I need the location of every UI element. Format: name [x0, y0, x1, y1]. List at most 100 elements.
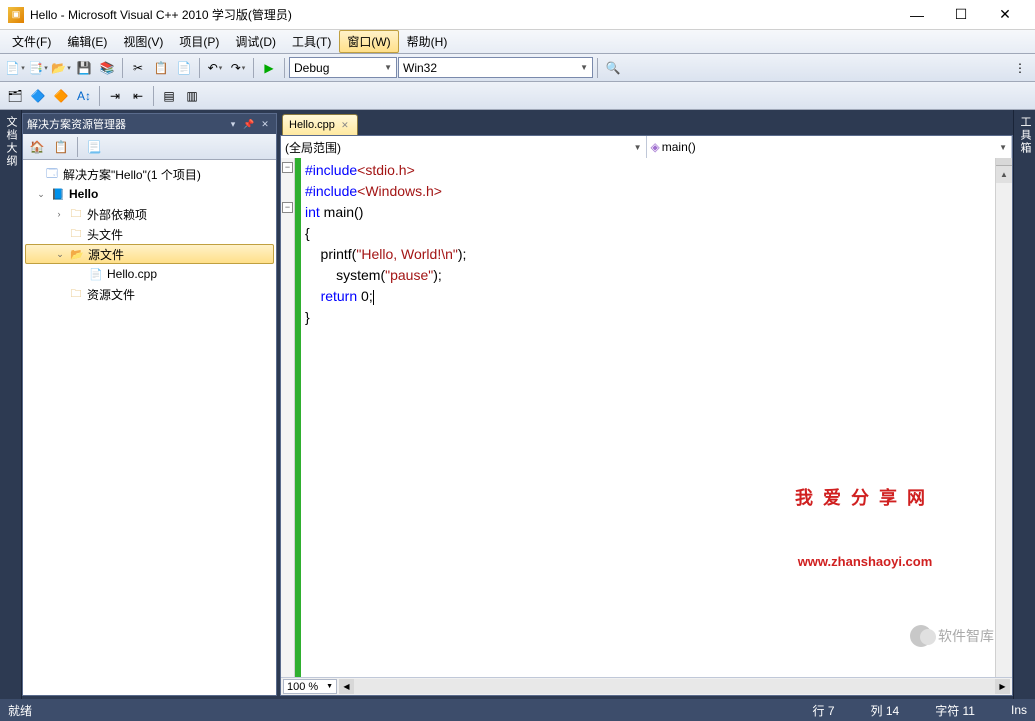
minimize-button[interactable]: —: [895, 1, 939, 29]
scope-left-combo[interactable]: (全局范围)▼: [281, 136, 647, 158]
menu-debug[interactable]: 调试(D): [227, 30, 284, 53]
open-button[interactable]: 📂: [50, 57, 72, 79]
separator: [122, 58, 123, 78]
tree-source-file[interactable]: 📄Hello.cpp: [25, 264, 274, 284]
member-button[interactable]: 🔶: [50, 85, 72, 107]
tree-sources[interactable]: ⌄📂源文件: [25, 244, 274, 264]
scroll-left-icon[interactable]: ◀: [339, 679, 354, 694]
title-bar: ▣ Hello - Microsoft Visual C++ 2010 学习版(…: [0, 0, 1035, 30]
status-bar: 就绪 行 7 列 14 字符 11 Ins: [0, 699, 1035, 721]
menu-help[interactable]: 帮助(H): [399, 30, 456, 53]
save-all-button[interactable]: 📚: [96, 57, 118, 79]
status-col: 列 14: [871, 702, 900, 719]
platform-combo[interactable]: Win32▼: [398, 57, 593, 78]
code-area[interactable]: − − #include<stdio.h> #include<Windows.h…: [281, 158, 1012, 677]
tree-label: 资源文件: [87, 286, 135, 303]
solution-icon: 🗔: [44, 166, 60, 182]
add-item-button[interactable]: 📑: [27, 57, 49, 79]
maximize-button[interactable]: ☐: [939, 1, 983, 29]
toolbar-options-button[interactable]: ⋮: [1009, 57, 1031, 79]
panel-header: 解决方案资源管理器 ▾ 📌 ✕: [23, 114, 276, 134]
tree-headers[interactable]: 🗀头文件: [25, 224, 274, 244]
separator: [99, 86, 100, 106]
expand-icon[interactable]: ⌄: [35, 189, 47, 200]
view-code-button[interactable]: 📃: [83, 136, 105, 158]
toolbar-main: 📄 📑 📂 💾 📚 ✂ 📋 📄 ↶ ↷ ▶ Debug▼ Win32▼ 🔍 ⋮: [0, 54, 1035, 82]
tree-solution-root[interactable]: 🗔解决方案"Hello"(1 个项目): [25, 164, 274, 184]
tree-label: Hello: [69, 187, 98, 201]
watermark-line1: 我爱分享网: [795, 488, 935, 508]
expand-icon[interactable]: ⌄: [54, 249, 66, 260]
start-debug-button[interactable]: ▶: [258, 57, 280, 79]
code-text[interactable]: #include<stdio.h> #include<Windows.h> in…: [301, 158, 995, 677]
copy-button[interactable]: 📋: [150, 57, 172, 79]
menu-edit[interactable]: 编辑(E): [59, 30, 115, 53]
menu-project[interactable]: 项目(P): [171, 30, 227, 53]
separator: [253, 58, 254, 78]
tree-label: 头文件: [87, 226, 123, 243]
tab-hello-cpp[interactable]: Hello.cpp ✕: [282, 114, 358, 135]
config-value: Debug: [294, 61, 329, 75]
tree-external-deps[interactable]: ›🗀外部依赖项: [25, 204, 274, 224]
tab-close-icon[interactable]: ✕: [339, 119, 351, 131]
find-button[interactable]: 🔍: [602, 57, 624, 79]
comment-button[interactable]: ▤: [158, 85, 180, 107]
folder-open-icon: 📂: [69, 246, 85, 262]
tree-resources[interactable]: 🗀资源文件: [25, 284, 274, 304]
menu-tools[interactable]: 工具(T): [284, 30, 339, 53]
status-ready: 就绪: [8, 702, 32, 719]
folder-icon: 🗀: [68, 226, 84, 242]
folder-icon: 🗀: [68, 286, 84, 302]
zoom-value: 100 %: [287, 681, 318, 693]
object-button[interactable]: 🔷: [27, 85, 49, 107]
close-button[interactable]: ✕: [983, 1, 1027, 29]
solution-explorer-panel: 解决方案资源管理器 ▾ 📌 ✕ 🏠 📋 📃 🗔解决方案"Hello"(1 个项目…: [22, 113, 277, 696]
expand-icon[interactable]: ›: [53, 209, 65, 219]
horizontal-scrollbar[interactable]: ◀ ▶: [339, 679, 1010, 694]
show-all-button[interactable]: 📋: [50, 136, 72, 158]
class-view-button[interactable]: 🗂: [4, 85, 26, 107]
scope-bar: (全局范围)▼ ◈main()▼: [281, 136, 1012, 158]
panel-close-icon[interactable]: ✕: [258, 117, 272, 131]
properties-button[interactable]: 🏠: [26, 136, 48, 158]
tree-project[interactable]: ⌄📘Hello: [25, 184, 274, 204]
toolbox-strip[interactable]: 工具箱: [1013, 110, 1035, 699]
menu-view[interactable]: 视图(V): [115, 30, 171, 53]
cut-button[interactable]: ✂: [127, 57, 149, 79]
splitter-handle[interactable]: [996, 158, 1012, 166]
panel-dropdown-icon[interactable]: ▾: [226, 117, 240, 131]
doc-outline-strip[interactable]: 文档大纲: [0, 110, 22, 699]
scroll-right-icon[interactable]: ▶: [995, 679, 1010, 694]
undo-button[interactable]: ↶: [204, 57, 226, 79]
outline-margin[interactable]: − −: [281, 158, 295, 677]
fold-icon[interactable]: −: [282, 202, 293, 213]
vertical-scrollbar[interactable]: ▲: [995, 158, 1012, 677]
main-container: 文档大纲 解决方案资源管理器 ▾ 📌 ✕ 🏠 📋 📃 🗔解决方案"Hello"(…: [0, 110, 1035, 699]
panel-pin-icon[interactable]: 📌: [242, 117, 256, 131]
panel-toolbar: 🏠 📋 📃: [23, 134, 276, 160]
outdent-button[interactable]: ⇤: [127, 85, 149, 107]
uncomment-button[interactable]: ▥: [181, 85, 203, 107]
watermark-line2: www.zhanshaoyi.com: [795, 552, 935, 572]
indent-button[interactable]: ⇥: [104, 85, 126, 107]
scroll-up-icon[interactable]: ▲: [996, 166, 1012, 183]
scope-right-combo[interactable]: ◈main()▼: [647, 136, 1013, 158]
status-char: 字符 11: [935, 702, 975, 719]
folder-icon: 🗀: [68, 206, 84, 222]
config-combo[interactable]: Debug▼: [289, 57, 397, 78]
status-ins: Ins: [1011, 703, 1027, 717]
fold-icon[interactable]: −: [282, 162, 293, 173]
method-icon: ◈: [651, 140, 660, 154]
menu-file[interactable]: 文件(F): [4, 30, 59, 53]
separator: [597, 58, 598, 78]
paste-button[interactable]: 📄: [173, 57, 195, 79]
nav-button[interactable]: A↕: [73, 85, 95, 107]
redo-button[interactable]: ↷: [227, 57, 249, 79]
new-project-button[interactable]: 📄: [4, 57, 26, 79]
editor-area: Hello.cpp ✕ (全局范围)▼ ◈main()▼ − − #includ…: [280, 113, 1013, 696]
save-button[interactable]: 💾: [73, 57, 95, 79]
tree-label: Hello.cpp: [107, 267, 157, 281]
zoom-combo[interactable]: 100 %▼: [283, 679, 337, 694]
menu-window[interactable]: 窗口(W): [339, 30, 398, 53]
tab-label: Hello.cpp: [289, 119, 335, 131]
